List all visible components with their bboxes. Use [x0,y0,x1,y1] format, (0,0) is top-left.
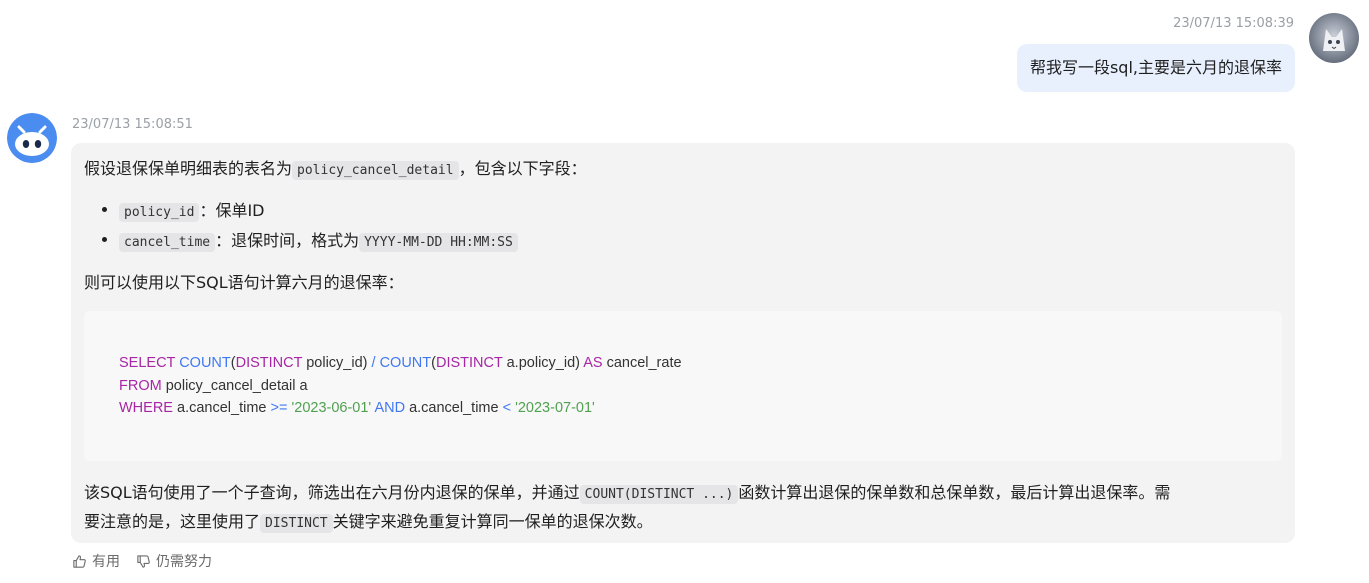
sql-line: SELECT COUNT(DISTINCT policy_id) / COUNT… [119,352,682,375]
sql-text: cancel_rate [602,355,682,371]
sql-function: COUNT [379,355,432,371]
user-avatar[interactable] [1309,13,1359,63]
sql-text: a.cancel_time [172,400,271,416]
cat-avatar-icon [1309,13,1359,63]
explanation-line: 该SQL语句使用了一个子查询，筛选出在六月份内退保的保单，并通过 COUNT(DI… [84,479,1284,508]
explanation-text: 函数计算出退保的保单数和总保单数，最后计算出退保率。需 [738,483,1171,502]
explanation-line: 要注意的是，这里使用了 DISTINCT 关键字来避免重复计算同一保单的退保次数。 [84,508,1284,537]
sql-function: COUNT [179,355,231,371]
useful-button[interactable]: 有用 [72,551,120,571]
sql-line: FROM policy_cancel_detail a [119,375,682,398]
robot-avatar-icon [7,113,57,163]
distinct-code: DISTINCT [260,514,333,533]
sql-keyword: DISTINCT [435,355,503,371]
thumbs-down-icon [137,554,150,568]
sql-keyword: AND [374,400,406,416]
time-format-code: YYYY-MM-DD HH:MM:SS [359,233,518,252]
field-list-item: cancel_time ：退保时间，格式为 YYYY-MM-DD HH:MM:SS [102,229,518,255]
sql-keyword: FROM [119,377,162,394]
sql-text: a.cancel_time [405,400,503,416]
sql-operator: < [502,400,512,416]
field-desc: ：退保时间，格式为 [215,231,360,250]
sql-keyword: DISTINCT [235,355,303,371]
useful-label: 有用 [92,554,120,570]
user-message-text: 帮我写一段sql,主要是六月的退保率 [1029,58,1282,77]
field-list-item: policy_id ：保单ID [102,199,265,225]
sql-code: SELECT COUNT(DISTINCT policy_id) / COUNT… [119,352,682,420]
bullet-icon [102,207,107,212]
intro-prefix: 假设退保保单明细表的表名为 [84,159,293,178]
explanation-text: 关键字来避免重复计算同一保单的退保次数。 [332,512,653,531]
bullet-icon [102,237,107,242]
sql-string: '2023-07-01' [515,400,595,416]
sql-text: a.policy_id) [502,355,584,371]
table-name-code: policy_cancel_detail [292,161,459,180]
count-distinct-code: COUNT(DISTINCT ...) [579,485,739,504]
chat-window: 23/07/13 15:08:39 帮我写一段sql,主要是六月的退保率 23/… [0,0,1369,583]
bot-avatar[interactable] [7,113,57,163]
sql-keyword: SELECT [119,355,176,371]
user-message-bubble: 帮我写一段sql,主要是六月的退保率 [1016,44,1295,92]
needs-improvement-button[interactable]: 仍需努力 [136,551,212,571]
thumbs-up-icon [73,554,86,568]
sql-string: '2023-06-01' [291,400,372,416]
explanation-text: 要注意的是，这里使用了 [84,512,261,531]
sql-text: policy_id) [302,355,372,371]
explanation-text: 该SQL语句使用了一个子查询，筛选出在六月份内退保的保单，并通过 [84,483,580,502]
sql-text: policy_cancel_detail a [161,377,308,394]
sql-code-block[interactable]: SELECT COUNT(DISTINCT policy_id) / COUNT… [84,311,1282,461]
field-desc: ：保单ID [199,201,265,220]
intro-line: 假设退保保单明细表的表名为 policy_cancel_detail ，包含以下字段… [84,157,587,183]
sql-operator: >= [270,400,288,416]
sql-keyword: AS [583,355,603,371]
explanation-paragraph: 该SQL语句使用了一个子查询，筛选出在六月份内退保的保单，并通过 COUNT(DI… [84,479,1284,537]
improve-label: 仍需努力 [156,554,212,570]
sql-keyword: WHERE [119,400,173,416]
sql-line: WHERE a.cancel_time >= '2023-06-01' AND … [119,397,682,420]
bot-message-bubble: 假设退保保单明细表的表名为 policy_cancel_detail ，包含以下字段… [71,143,1295,543]
lead-in-text: 则可以使用以下SQL语句计算六月的退保率： [84,273,404,292]
user-message-timestamp: 23/07/13 15:08:39 [1173,16,1294,31]
intro-suffix: ，包含以下字段： [458,159,587,178]
field-code: cancel_time [119,233,216,252]
bot-message-timestamp: 23/07/13 15:08:51 [72,117,193,132]
feedback-actions: 有用 仍需努力 [72,551,212,571]
field-code: policy_id [119,203,200,222]
